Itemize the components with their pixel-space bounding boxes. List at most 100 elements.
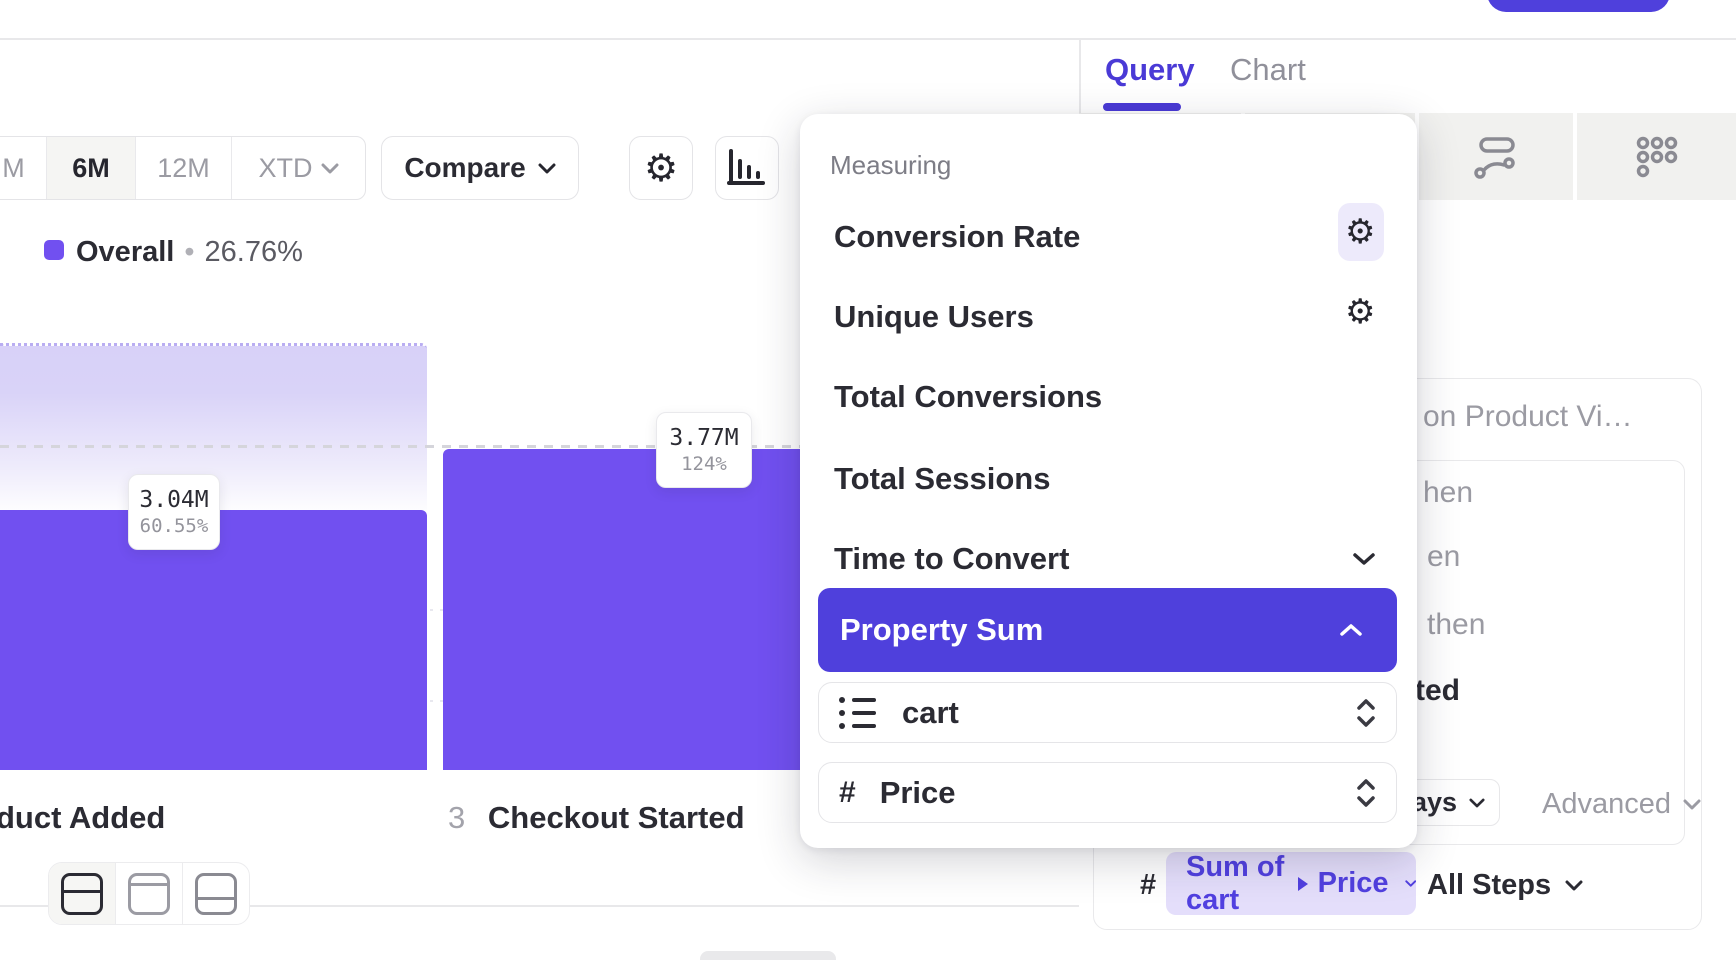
list-icon bbox=[839, 697, 876, 729]
select-arrows-icon bbox=[1356, 697, 1376, 729]
legend[interactable]: Overall • 26.76% bbox=[76, 236, 303, 269]
flows-tool-button[interactable] bbox=[1419, 113, 1573, 200]
panel-divider bbox=[1079, 38, 1081, 114]
hash-icon: # bbox=[1140, 869, 1156, 902]
menu-item-conversion-rate[interactable]: Conversion Rate bbox=[834, 219, 1080, 255]
fragment-text: hen bbox=[1423, 476, 1473, 509]
layout-split-horizontal-button[interactable] bbox=[49, 863, 116, 924]
advanced-button[interactable]: Advanced bbox=[1542, 788, 1701, 821]
split-bottom-icon bbox=[195, 873, 237, 915]
compare-label: Compare bbox=[404, 152, 525, 184]
time-to-convert-expand-button[interactable] bbox=[1352, 552, 1376, 571]
chevron-down-icon bbox=[1405, 878, 1416, 889]
legend-swatch bbox=[44, 240, 64, 260]
range-6m-button[interactable]: 6M bbox=[47, 137, 136, 199]
step-label-text: Checkout Started bbox=[488, 800, 745, 835]
chart-type-button[interactable] bbox=[715, 136, 779, 200]
range-m-label: M bbox=[2, 153, 25, 184]
tab-query-label: Query bbox=[1105, 52, 1195, 87]
chevron-down-icon bbox=[1683, 799, 1701, 810]
step-row-fragment: hen bbox=[1423, 476, 1473, 510]
chevron-down-icon bbox=[321, 163, 339, 174]
chip-right-text: Price bbox=[1318, 867, 1389, 900]
conversion-rate-settings-button[interactable]: ⚙ bbox=[1345, 215, 1375, 249]
layout-top-panel-button[interactable] bbox=[116, 863, 183, 924]
range-12m-button[interactable]: 12M bbox=[136, 137, 232, 199]
gear-icon: ⚙ bbox=[644, 149, 678, 187]
chevron-down-icon bbox=[1565, 880, 1583, 891]
all-steps-button[interactable]: All Steps bbox=[1427, 869, 1583, 902]
tab-chart[interactable]: Chart bbox=[1230, 52, 1306, 88]
legend-value: 26.76% bbox=[205, 236, 303, 269]
grid-dots-icon bbox=[1634, 134, 1680, 180]
tooltip-value: 3.77M bbox=[669, 425, 738, 451]
range-xtd-label: XTD bbox=[259, 153, 313, 184]
menu-item-time-to-convert[interactable]: Time to Convert bbox=[834, 541, 1069, 577]
grid-tool-button[interactable] bbox=[1577, 113, 1736, 200]
tooltip-percent: 60.55% bbox=[140, 515, 209, 537]
menu-item-label: Total Conversions bbox=[834, 379, 1102, 414]
metric-chip-sum-of-cart-price[interactable]: Sum of cart Price bbox=[1166, 852, 1416, 915]
range-6m-label: 6M bbox=[72, 153, 110, 184]
tooltip-value: 3.04M bbox=[139, 487, 208, 513]
fragment-text: ted bbox=[1415, 674, 1460, 707]
measuring-title: Measuring bbox=[830, 150, 951, 181]
menu-item-property-sum-selected[interactable]: Property Sum bbox=[818, 588, 1397, 672]
app-window: M 6M 12M XTD Compare ⚙ Overall • 26. bbox=[0, 0, 1736, 960]
measuring-title-text: Measuring bbox=[830, 150, 951, 180]
legend-separator: • bbox=[184, 236, 194, 269]
card-header-fragment: on Product Vi… bbox=[1423, 400, 1633, 434]
property-select-cart[interactable]: cart bbox=[818, 682, 1397, 743]
split-top-icon bbox=[128, 873, 170, 915]
step-label-product-added: duct Added bbox=[0, 800, 165, 836]
property-select-price[interactable]: # Price bbox=[818, 762, 1397, 823]
fragment-text: then bbox=[1427, 608, 1485, 641]
chevron-down-icon bbox=[538, 163, 556, 174]
time-range-segmented-control: M 6M 12M XTD bbox=[0, 136, 366, 200]
fragment-text: en bbox=[1427, 540, 1460, 573]
step-label-text: duct Added bbox=[0, 800, 165, 835]
card-header-text: on Product Vi… bbox=[1423, 400, 1633, 433]
scroll-indicator bbox=[700, 951, 836, 960]
all-steps-label: All Steps bbox=[1427, 869, 1551, 902]
chart-settings-button[interactable]: ⚙ bbox=[629, 136, 693, 200]
value-tooltip-checkout-started: 3.77M 124% bbox=[656, 412, 752, 488]
menu-item-unique-users[interactable]: Unique Users bbox=[834, 299, 1034, 335]
compare-button[interactable]: Compare bbox=[381, 136, 579, 200]
chevron-down-icon bbox=[1352, 552, 1376, 566]
tab-chart-label: Chart bbox=[1230, 52, 1306, 87]
value-tooltip-product-added: 3.04M 60.55% bbox=[128, 474, 220, 550]
range-12m-label: 12M bbox=[157, 153, 210, 184]
select-arrows-icon bbox=[1356, 777, 1376, 809]
header-divider bbox=[0, 38, 1736, 40]
legend-series-name: Overall bbox=[76, 236, 174, 269]
step-row-fragment: en bbox=[1427, 540, 1460, 574]
unique-users-settings-button[interactable]: ⚙ bbox=[1345, 295, 1375, 329]
primary-action-button[interactable] bbox=[1487, 0, 1670, 12]
gear-icon: ⚙ bbox=[1345, 212, 1375, 252]
property-value: cart bbox=[902, 695, 959, 731]
layout-bottom-panel-button[interactable] bbox=[183, 863, 249, 924]
tooltip-percent: 124% bbox=[681, 453, 727, 475]
layout-toggle-group bbox=[48, 862, 250, 925]
menu-item-label: Property Sum bbox=[840, 612, 1043, 648]
flows-icon bbox=[1473, 135, 1519, 179]
arrow-right-icon bbox=[1298, 877, 1308, 891]
menu-item-label: Time to Convert bbox=[834, 541, 1069, 576]
tab-query[interactable]: Query bbox=[1105, 52, 1195, 88]
menu-item-total-sessions[interactable]: Total Sessions bbox=[834, 461, 1051, 497]
active-tab-underline bbox=[1103, 103, 1181, 111]
menu-item-total-conversions[interactable]: Total Conversions bbox=[834, 379, 1102, 415]
measuring-dropdown: Measuring Conversion Rate ⚙ Unique Users… bbox=[800, 114, 1417, 848]
menu-item-label: Unique Users bbox=[834, 299, 1034, 334]
step-row-fragment: then bbox=[1427, 608, 1485, 642]
range-xtd-button[interactable]: XTD bbox=[232, 137, 365, 199]
metric-prefix: # bbox=[1140, 869, 1156, 901]
range-m-button[interactable]: M bbox=[0, 137, 47, 199]
chip-left-text: Sum of cart bbox=[1186, 851, 1288, 917]
menu-item-label: Conversion Rate bbox=[834, 219, 1080, 254]
step-number: 3 bbox=[448, 800, 465, 835]
step-label-checkout-started: 3 Checkout Started bbox=[448, 800, 745, 836]
hash-icon: # bbox=[839, 776, 856, 810]
menu-item-label: Total Sessions bbox=[834, 461, 1051, 496]
